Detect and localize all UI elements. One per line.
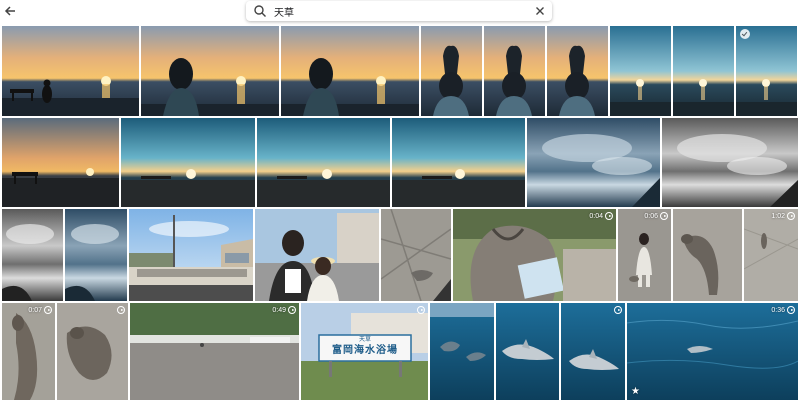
photo-thumbnail[interactable]: 0:36 ★	[627, 303, 798, 400]
video-badge: 1:02	[771, 211, 795, 221]
video-badge: 0:49	[272, 305, 296, 315]
photo-thumbnail[interactable]	[610, 26, 671, 116]
top-bar	[0, 0, 800, 24]
photo-thumbnail[interactable]: 1:02	[744, 209, 798, 301]
photo-thumbnail[interactable]	[257, 118, 390, 207]
play-circle-icon	[44, 306, 52, 314]
video-badge: 0:06	[644, 211, 668, 221]
photo-thumbnail[interactable]	[421, 26, 482, 116]
play-circle-icon	[787, 306, 795, 314]
beach-sign: 天草 富岡海水浴場	[332, 336, 398, 356]
star-icon[interactable]: ★	[631, 387, 640, 397]
photo-thumbnail[interactable]	[65, 209, 127, 301]
check-circle-icon[interactable]	[740, 29, 750, 39]
video-badge	[612, 305, 622, 315]
photo-thumbnail[interactable]: 0:04	[453, 209, 616, 301]
video-badge	[115, 305, 125, 315]
play-circle-icon	[660, 212, 668, 220]
search-input[interactable]	[274, 3, 514, 19]
photo-thumbnail[interactable]	[381, 209, 451, 301]
photo-thumbnail[interactable]	[57, 303, 128, 400]
video-badge: 0:04	[589, 211, 613, 221]
video-badge	[415, 305, 425, 315]
photo-thumbnail[interactable]: 0:07	[2, 303, 55, 400]
photo-thumbnail[interactable]	[673, 209, 742, 301]
photo-thumbnail[interactable]	[484, 26, 545, 116]
photo-thumbnail[interactable]	[736, 26, 797, 116]
photo-thumbnail[interactable]	[255, 209, 379, 301]
photo-thumbnail[interactable]	[2, 26, 139, 116]
play-circle-icon	[417, 306, 425, 314]
photo-thumbnail[interactable]	[430, 303, 494, 400]
search-icon[interactable]	[253, 4, 267, 18]
play-circle-icon	[117, 306, 125, 314]
play-circle-icon	[605, 212, 613, 220]
photo-thumbnail[interactable]: 天草 富岡海水浴場	[301, 303, 428, 400]
photo-thumbnail[interactable]	[129, 209, 253, 301]
video-badge: 0:07	[28, 305, 52, 315]
photo-thumbnail[interactable]	[662, 118, 798, 207]
photo-thumbnail[interactable]	[2, 118, 119, 207]
arrow-left-icon[interactable]	[2, 3, 18, 19]
photo-thumbnail[interactable]	[141, 26, 279, 116]
play-circle-icon	[787, 212, 795, 220]
play-circle-icon	[288, 306, 296, 314]
video-badge: 0:36	[771, 305, 795, 315]
search-box	[246, 1, 552, 21]
photo-thumbnail[interactable]	[392, 118, 525, 207]
photo-thumbnail[interactable]	[2, 209, 63, 301]
close-icon[interactable]	[533, 4, 547, 18]
photo-thumbnail[interactable]	[281, 26, 419, 116]
photo-thumbnail[interactable]	[121, 118, 255, 207]
photo-thumbnail[interactable]	[561, 303, 625, 400]
photo-thumbnail[interactable]	[527, 118, 660, 207]
photo-thumbnail[interactable]	[496, 303, 559, 400]
play-circle-icon	[614, 306, 622, 314]
photo-thumbnail[interactable]: 0:06	[618, 209, 671, 301]
photo-thumbnail[interactable]	[547, 26, 608, 116]
photo-thumbnail[interactable]	[673, 26, 734, 116]
photo-thumbnail[interactable]: 0:49	[130, 303, 299, 400]
